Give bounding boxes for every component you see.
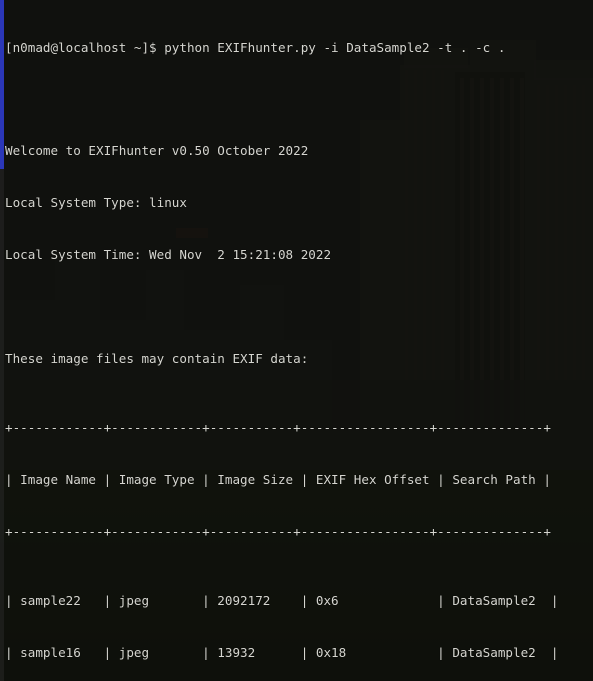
terminal-output-area[interactable]: [n0mad@localhost ~]$ python EXIFhunter.p… [0,0,593,681]
table-row: | sample16 | jpeg | 13932 | 0x18 | DataS… [5,644,559,660]
command-line: [n0mad@localhost ~]$ python EXIFhunter.p… [5,39,506,55]
system-time-line: Local System Time: Wed Nov 2 15:21:08 20… [5,247,332,263]
scrollbar[interactable] [0,0,4,681]
table-row: | sample22 | jpeg | 2092172 | 0x6 | Data… [5,593,559,609]
table-separator-top: +------------+------------+-----------+-… [5,420,551,436]
welcome-line: Welcome to EXIFhunter v0.50 October 2022 [5,143,309,159]
terminal-window[interactable]: [n0mad@localhost ~]$ python EXIFhunter.p… [0,0,593,681]
system-type-line: Local System Type: linux [5,195,187,211]
table-header-row: | Image Name | Image Type | Image Size |… [5,472,551,488]
table-intro-line: These image files may contain EXIF data: [5,350,309,366]
table-separator-header: +------------+------------+-----------+-… [5,523,551,539]
scrollbar-thumb[interactable] [0,0,4,169]
